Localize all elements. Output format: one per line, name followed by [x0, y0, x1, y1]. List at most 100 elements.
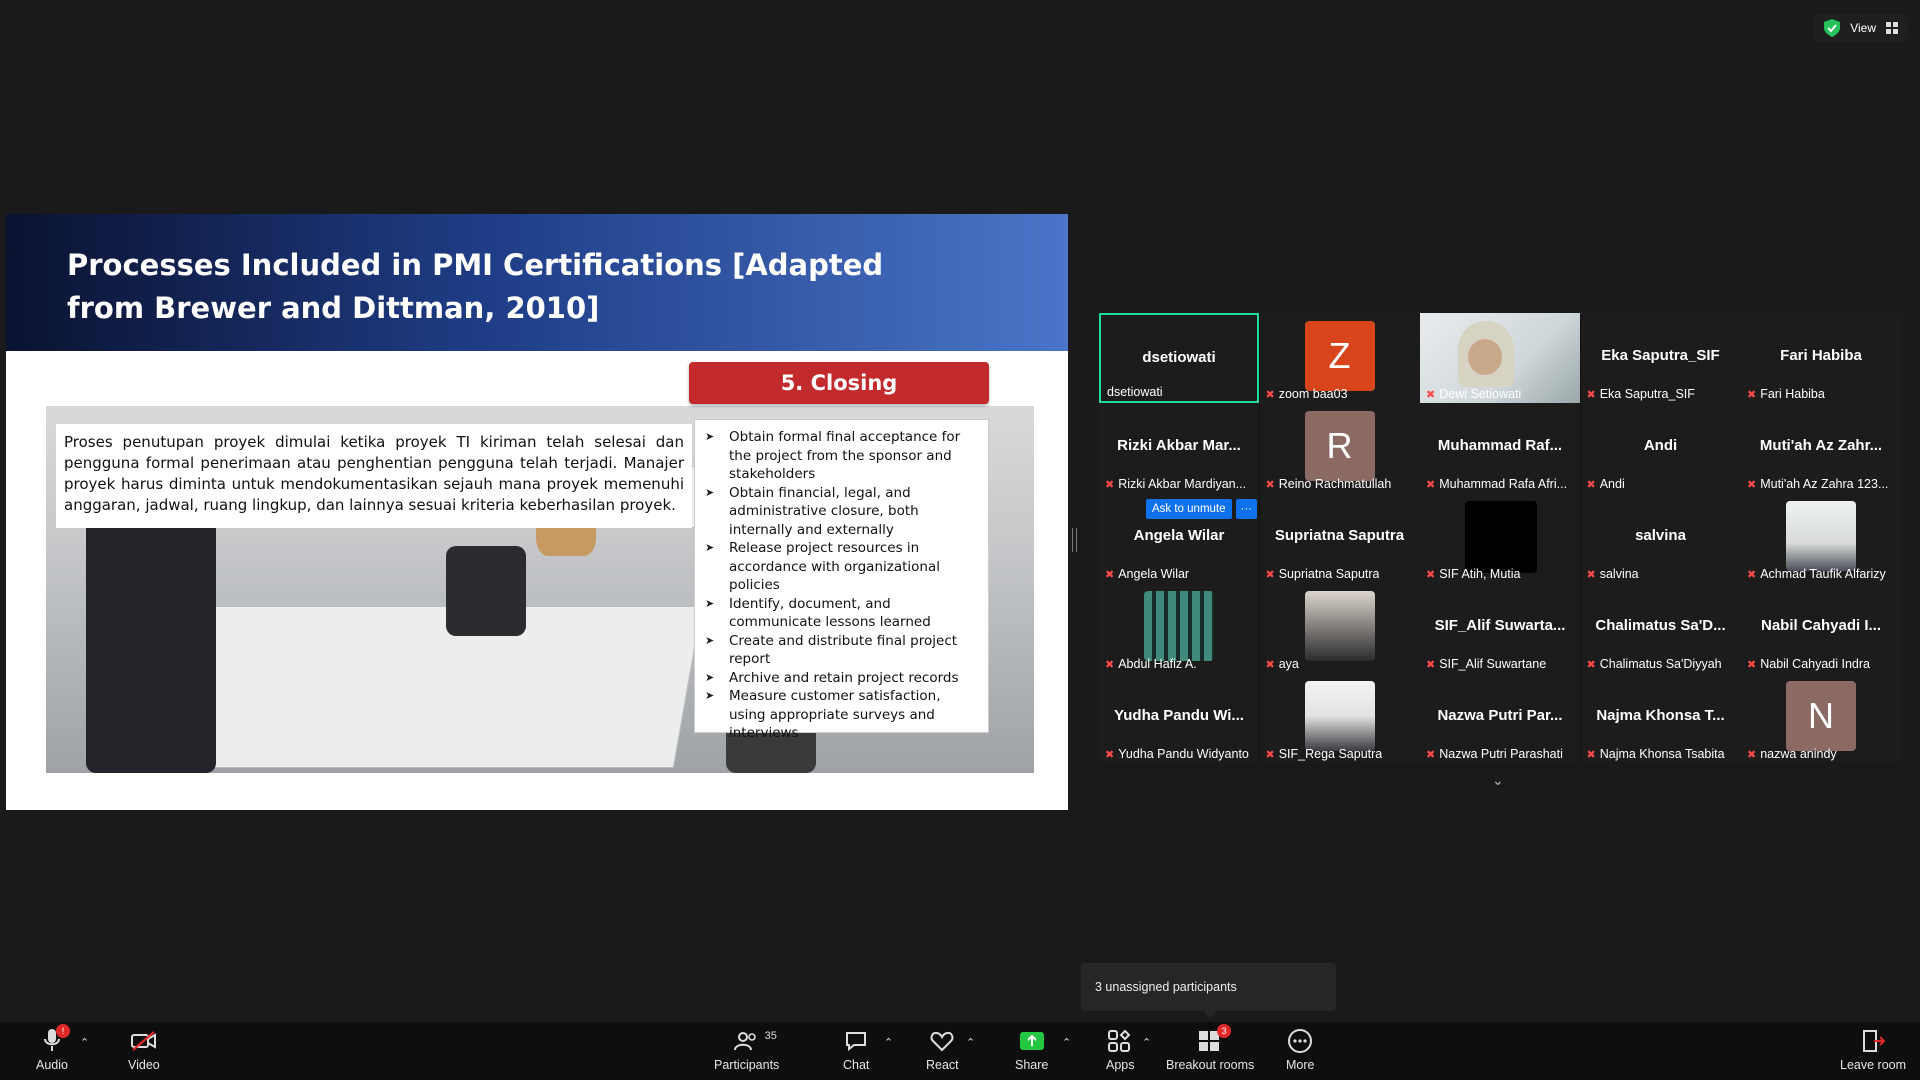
participant-tile[interactable]: ✖ Abdul Hafiz A. — [1099, 583, 1259, 673]
participant-tile[interactable]: ✖ Achmad Taufik Alfarizy — [1741, 493, 1901, 583]
muted-mic-icon: ✖ — [1426, 658, 1436, 671]
participant-tile[interactable]: salvina ✖ salvina — [1580, 493, 1741, 583]
microphone-icon: ! — [42, 1024, 70, 1056]
audio-options-caret[interactable]: ⌃ — [80, 1036, 89, 1049]
participant-tile[interactable]: Yudha Pandu Wi... ✖ Yudha Pandu Widyanto — [1099, 673, 1259, 763]
participant-display-name: SIF_Alif Suwarta... — [1434, 617, 1566, 634]
participant-tile[interactable]: SIF_Alif Suwarta... ✖ SIF_Alif Suwartane — [1420, 583, 1580, 673]
breakout-rooms-button[interactable]: 3 Breakout rooms — [1166, 1024, 1254, 1072]
muted-mic-icon: ✖ — [1105, 658, 1115, 671]
participant-display-name: Angela Wilar — [1133, 527, 1225, 544]
participant-name-label: ✖ Dewi Setiowati — [1426, 387, 1521, 401]
video-off-icon — [130, 1026, 158, 1056]
participant-tile[interactable]: Muhammad Raf... ✖ Muhammad Rafa Afri... — [1420, 403, 1580, 493]
participant-display-name: Supriatna Saputra — [1274, 527, 1405, 544]
participant-tile[interactable]: Rizki Akbar Mar... ✖ Rizki Akbar Mardiyan.… — [1099, 403, 1259, 493]
participant-name-label: ✖ Rizki Akbar Mardiyan... — [1105, 477, 1246, 491]
participant-tile[interactable]: dsetiowati dsetiowati — [1099, 313, 1259, 403]
security-shield-icon — [1824, 19, 1841, 37]
participant-name-label: ✖ Eka Saputra_SIF — [1587, 387, 1695, 401]
participants-button[interactable]: 35 Participants — [714, 1026, 779, 1072]
participant-tile[interactable]: N ✖ nazwa anindy — [1741, 673, 1901, 763]
participant-display-name: Eka Saputra_SIF — [1601, 347, 1720, 364]
participant-name-text: nazwa anindy — [1760, 747, 1837, 761]
panel-resize-handle[interactable] — [1072, 528, 1077, 552]
apps-button[interactable]: Apps — [1106, 1026, 1135, 1072]
muted-mic-icon: ✖ — [1265, 568, 1275, 581]
share-options-caret[interactable]: ⌃ — [1062, 1036, 1071, 1049]
more-button[interactable]: More — [1286, 1026, 1314, 1072]
participants-icon: 35 — [733, 1026, 777, 1056]
share-button[interactable]: Share — [1015, 1026, 1048, 1072]
participant-display-name: Nabil Cahyadi I... — [1760, 617, 1882, 634]
participant-tile[interactable]: Nabil Cahyadi I... ✖ Nabil Cahyadi Indra — [1741, 583, 1901, 673]
muted-mic-icon: ✖ — [1265, 388, 1275, 401]
participant-name-text: Muhammad Rafa Afri... — [1439, 477, 1568, 491]
participant-name-label: ✖ Supriatna Saputra — [1266, 567, 1380, 581]
closing-badge: 5. Closing — [689, 362, 989, 404]
participant-photo — [1144, 591, 1214, 661]
participant-tile[interactable]: Chalimatus Sa'D... ✖ Chalimatus Sa'Diyyah — [1580, 583, 1741, 673]
participant-tile[interactable]: Z ✖ zoom baa03 — [1259, 313, 1420, 403]
closing-bullet-item: Create and distribute final project repo… — [703, 632, 980, 669]
participant-display-name: Chalimatus Sa'D... — [1595, 617, 1726, 634]
muted-mic-icon: ✖ — [1265, 658, 1275, 671]
more-options-button[interactable]: ··· — [1235, 499, 1258, 519]
participant-tile[interactable]: ✖ SIF Atih, Mutia — [1420, 493, 1580, 583]
participant-display-name: Muhammad Raf... — [1437, 437, 1563, 454]
participant-name-text: Andi — [1599, 477, 1625, 491]
participant-tile[interactable]: Muti'ah Az Zahr... ✖ Muti'ah Az Zahra 123.… — [1741, 403, 1901, 493]
participant-name-label: dsetiowati — [1107, 385, 1163, 399]
participant-tile[interactable]: Eka Saputra_SIF ✖ Eka Saputra_SIF — [1580, 313, 1741, 403]
participant-name-label: ✖ Muti'ah Az Zahra 123... — [1747, 477, 1888, 491]
participant-avatar: Z — [1304, 321, 1375, 391]
participant-display-name: Yudha Pandu Wi... — [1114, 707, 1244, 724]
more-icon — [1287, 1026, 1313, 1056]
participant-name-label: ✖ salvina — [1587, 567, 1639, 581]
participant-name-label: ✖ Reino Rachmatullah — [1266, 477, 1392, 491]
participant-tile[interactable]: R ✖ Reino Rachmatullah — [1259, 403, 1420, 493]
participant-tile[interactable]: Fari Habiba ✖ Fari Habiba — [1741, 313, 1901, 403]
ask-to-unmute-button[interactable]: Ask to unmute — [1146, 499, 1232, 519]
react-button[interactable]: React — [926, 1026, 959, 1072]
participant-tile[interactable]: Najma Khonsa T... ✖ Najma Khonsa Tsabita — [1580, 673, 1741, 763]
audio-label: Audio — [36, 1058, 68, 1072]
video-button[interactable]: Video — [128, 1026, 160, 1072]
participant-tile[interactable]: Supriatna Saputra ✖ Supriatna Saputra — [1259, 493, 1420, 583]
ask-to-unmute-controls[interactable]: Ask to unmute ··· — [1146, 499, 1258, 519]
apps-label: Apps — [1106, 1058, 1135, 1072]
participant-name-text: SIF_Rega Saputra — [1278, 747, 1383, 761]
participant-tile[interactable]: ✖ SIF_Rega Saputra — [1259, 673, 1420, 763]
react-options-caret[interactable]: ⌃ — [966, 1036, 975, 1049]
participant-name-label: ✖ zoom baa03 — [1266, 387, 1348, 401]
chevron-down-icon[interactable]: ⌄ — [1492, 772, 1504, 789]
muted-mic-icon: ✖ — [1586, 658, 1596, 671]
participant-photo — [1786, 501, 1856, 571]
apps-options-caret[interactable]: ⌃ — [1142, 1036, 1151, 1049]
participant-avatar: N — [1786, 681, 1856, 751]
participant-name-text: Abdul Hafiz A. — [1118, 657, 1197, 671]
participant-name-text: Nazwa Putri Parashati — [1439, 747, 1563, 761]
participant-tile[interactable]: Nazwa Putri Par... ✖ Nazwa Putri Parashati — [1420, 673, 1580, 763]
leave-room-button[interactable]: Leave room — [1840, 1026, 1906, 1072]
view-label[interactable]: View — [1850, 21, 1876, 35]
participant-name-text: Achmad Taufik Alfarizy — [1760, 567, 1886, 581]
participant-name-text: salvina — [1599, 567, 1639, 581]
chat-button[interactable]: Chat — [843, 1026, 869, 1072]
participant-tile[interactable]: ✖ aya — [1259, 583, 1420, 673]
muted-mic-icon: ✖ — [1426, 748, 1436, 761]
participant-tile[interactable]: Andi ✖ Andi — [1580, 403, 1741, 493]
participant-name-label: ✖ SIF_Alif Suwartane — [1426, 657, 1546, 671]
chat-options-caret[interactable]: ⌃ — [884, 1036, 893, 1049]
view-control[interactable]: View — [1814, 14, 1908, 42]
participant-tile[interactable]: ✖ Dewi Setiowati — [1420, 313, 1580, 403]
closing-bullet-item: Measure customer satisfaction, using app… — [703, 687, 980, 743]
leave-room-label: Leave room — [1840, 1058, 1907, 1072]
muted-mic-icon: ✖ — [1747, 478, 1757, 491]
grid-view-icon[interactable] — [1886, 22, 1898, 34]
participant-name-label: ✖ nazwa anindy — [1747, 747, 1837, 761]
participant-name-label: ✖ Andi — [1587, 477, 1625, 491]
audio-button[interactable]: ! Audio — [36, 1024, 70, 1072]
closing-bullet-item: Release project resources in accordance … — [703, 539, 980, 595]
muted-mic-icon: ✖ — [1747, 388, 1757, 401]
